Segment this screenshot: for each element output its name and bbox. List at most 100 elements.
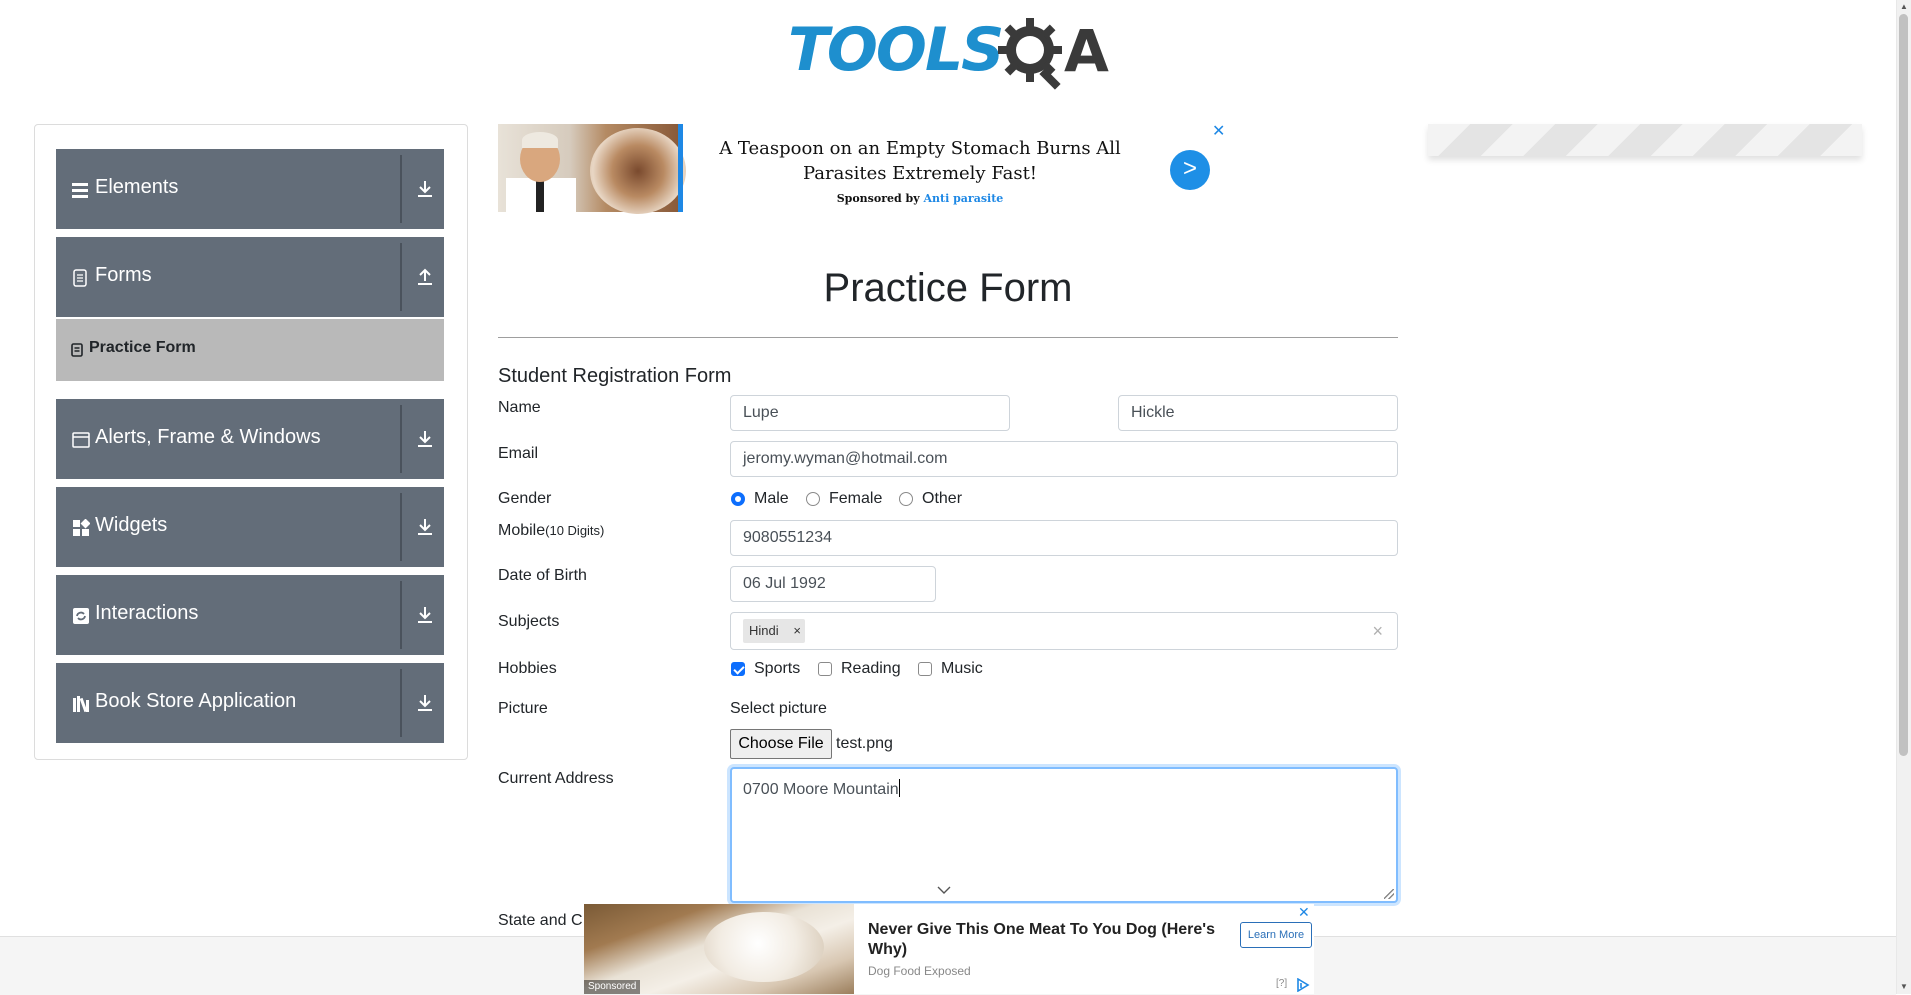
first-name-input[interactable]: Lupe	[730, 395, 1010, 431]
subjects-input[interactable]: Hindi × ×	[730, 612, 1398, 650]
dob-label: Date of Birth	[498, 567, 587, 584]
ad-image[interactable]: Sponsored	[584, 904, 854, 994]
email-label: Email	[498, 445, 539, 462]
subjects-label: Subjects	[498, 613, 560, 630]
ad-image[interactable]	[498, 124, 686, 214]
learn-more-button[interactable]: Learn More	[1240, 922, 1312, 948]
resize-handle[interactable]	[1384, 889, 1394, 899]
toolsqa-logo[interactable]: TOOLS A	[788, 14, 1112, 92]
sidebar-group-forms[interactable]: Forms	[56, 237, 444, 317]
sidebar-group-book-store[interactable]: Book Store Application	[56, 663, 444, 743]
group-divider	[400, 669, 402, 737]
gear-icon	[998, 18, 1062, 90]
ad-go-button[interactable]: >	[1170, 150, 1210, 190]
ad-sponsor-line: Sponsored by Anti parasite	[698, 192, 1142, 205]
picture-label: Picture	[498, 700, 548, 717]
gender-other-radio[interactable]	[899, 492, 913, 506]
ad-headline[interactable]: A Teaspoon on an Empty Stomach Burns All…	[698, 136, 1142, 186]
gender-female-label[interactable]: Female	[829, 489, 882, 509]
mobile-input[interactable]: 9080551234	[730, 520, 1398, 556]
books-icon	[73, 696, 89, 713]
sidebar-group-label: Elements	[95, 176, 179, 198]
download-icon	[418, 607, 432, 623]
sidebar-group-label: Widgets	[95, 514, 168, 536]
hobby-reading-checkbox[interactable]	[818, 662, 832, 676]
address-text: 0700 Moore Mountain	[743, 781, 899, 798]
sidebar-group-label: Alerts, Frame & Windows	[95, 426, 321, 448]
group-divider	[400, 243, 402, 311]
ad-sponsor-name[interactable]: Anti parasite	[923, 192, 1003, 205]
interaction-icon	[73, 608, 89, 624]
chevron-down-icon	[937, 886, 951, 894]
sidebar-group-widgets[interactable]: Widgets	[56, 487, 444, 567]
document-icon	[73, 269, 87, 287]
text-caret	[898, 779, 900, 797]
hobby-music-checkbox[interactable]	[918, 662, 932, 676]
gender-male-radio[interactable]	[731, 492, 745, 506]
sidebar: Elements Forms Practice Form Alerts, Fra…	[34, 124, 468, 760]
download-icon	[418, 431, 432, 447]
sidebar-item-practice-form[interactable]: Practice Form	[56, 319, 444, 381]
ad-close-icon[interactable]: ✕	[1212, 124, 1225, 140]
choose-file-button[interactable]: Choose File	[730, 729, 832, 759]
group-divider	[400, 155, 402, 223]
ad-sponsor-prefix: Sponsored by	[836, 192, 920, 205]
mobile-hint: (10 Digits)	[545, 523, 605, 538]
group-divider	[400, 405, 402, 473]
state-city-label: State and C	[498, 912, 583, 929]
download-icon	[418, 695, 432, 711]
form-title: Student Registration Form	[498, 365, 732, 387]
gender-male-label[interactable]: Male	[754, 489, 789, 509]
hobby-reading-label[interactable]: Reading	[841, 659, 901, 679]
ad-help-link[interactable]: [?]	[1276, 978, 1287, 989]
sidebar-group-label: Interactions	[95, 602, 199, 624]
email-input[interactable]: jeromy.wyman@hotmail.com	[730, 441, 1398, 477]
upload-icon	[418, 268, 432, 285]
top-advertisement[interactable]: A Teaspoon on an Empty Stomach Burns All…	[498, 124, 1228, 214]
sidebar-group-label: Book Store Application	[95, 690, 297, 712]
clear-subjects-icon[interactable]: ×	[1372, 621, 1383, 641]
mobile-label: Mobile(10 Digits)	[498, 521, 604, 541]
sponsored-tag: Sponsored	[584, 980, 641, 994]
logo-letter: A	[1064, 17, 1109, 85]
hobby-sports-label[interactable]: Sports	[754, 659, 800, 679]
group-divider	[400, 493, 402, 561]
ad-title[interactable]: Never Give This One Meat To You Dog (Her…	[868, 920, 1228, 960]
file-name: test.png	[836, 735, 893, 752]
name-label: Name	[498, 399, 541, 416]
page-title: Practice Form	[823, 266, 1073, 310]
adchoices-icon[interactable]	[1296, 978, 1310, 992]
subject-chip-label: Hindi	[749, 623, 779, 638]
download-icon	[418, 181, 432, 197]
gender-other-label[interactable]: Other	[922, 489, 962, 509]
window-icon	[72, 432, 90, 448]
hobbies-label: Hobbies	[498, 660, 557, 677]
sidebar-group-label: Forms	[95, 264, 152, 286]
dob-input[interactable]: 06 Jul 1992	[730, 566, 936, 602]
hobby-sports-checkbox[interactable]	[731, 662, 745, 676]
current-address-textarea[interactable]: 0700 Moore Mountain	[730, 767, 1398, 903]
address-label: Current Address	[498, 770, 614, 787]
right-banner	[1428, 124, 1862, 156]
hobby-music-label[interactable]: Music	[941, 659, 983, 679]
ad-close-icon[interactable]: ✕	[1298, 904, 1310, 921]
sidebar-item-label: Practice Form	[89, 339, 196, 356]
scroll-up-icon[interactable]: ▲	[1900, 2, 1908, 11]
ad-accent-bar	[678, 124, 683, 212]
mobile-label-text: Mobile	[498, 522, 546, 539]
ad-source: Dog Food Exposed	[868, 964, 971, 978]
download-icon	[418, 519, 432, 535]
scrollbar-thumb[interactable]	[1899, 14, 1908, 756]
select-picture-label: Select picture	[730, 700, 827, 717]
gender-label: Gender	[498, 490, 552, 507]
sidebar-group-alerts[interactable]: Alerts, Frame & Windows	[56, 399, 444, 479]
gender-female-radio[interactable]	[806, 492, 820, 506]
form-icon	[71, 343, 83, 357]
bottom-advertisement[interactable]: Sponsored Never Give This One Meat To Yo…	[584, 904, 1314, 994]
remove-subject-icon[interactable]: ×	[793, 619, 801, 643]
last-name-input[interactable]: Hickle	[1118, 395, 1398, 431]
subject-chip: Hindi ×	[743, 619, 805, 643]
sidebar-group-interactions[interactable]: Interactions	[56, 575, 444, 655]
scroll-down-icon[interactable]: ▼	[1900, 982, 1908, 991]
sidebar-group-elements[interactable]: Elements	[56, 149, 444, 229]
